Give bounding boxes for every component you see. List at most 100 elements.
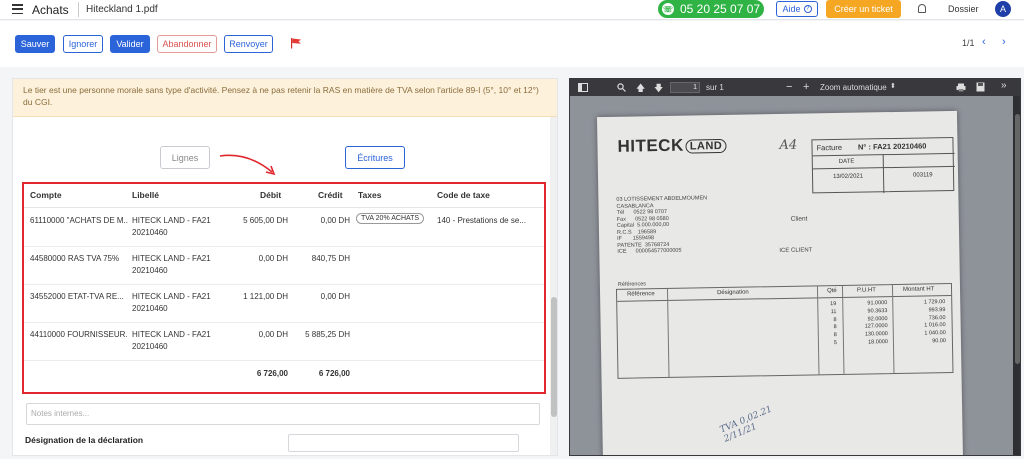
save-button[interactable]: Sauver — [15, 35, 55, 53]
panel-scroll-thumb[interactable] — [551, 297, 557, 417]
warning-alert: Le tier est une personne morale sans typ… — [13, 79, 557, 117]
inv-col-line — [666, 288, 670, 377]
invoice-date-label: DATE — [838, 158, 855, 165]
cell-libelle[interactable]: HITECK LAND - FA21 — [132, 329, 211, 341]
table-row[interactable]: 44110000 FOURNISSEUR... HITECK LAND - FA… — [24, 323, 544, 361]
table-row[interactable]: 34552000 ETAT-TVA RE... HITECK LAND - FA… — [24, 285, 544, 323]
entries-table: Compte Libellé Débit Crédit Taxes Code d… — [22, 182, 546, 394]
zoom-in-icon[interactable]: + — [803, 81, 809, 93]
col-compte[interactable]: Compte — [30, 190, 62, 200]
page-total: sur 1 — [706, 83, 724, 92]
title-separator — [78, 2, 79, 17]
internal-notes-input[interactable]: Notes internes... — [26, 403, 540, 425]
pdf-page-area[interactable]: HITECK LAND A4 Facture N° : FA21 20210460 … — [570, 96, 1013, 455]
prev-document-icon[interactable]: ‹ — [982, 36, 986, 48]
app-title: Achats — [32, 3, 69, 17]
next-page-icon[interactable]: 🡇 — [654, 81, 663, 97]
table-row[interactable]: 61110000 "ACHATS DE M... HITECK LAND - F… — [24, 209, 544, 247]
logo-brand: HITECK — [617, 135, 684, 156]
box-divider — [882, 154, 885, 194]
hamburger-menu-icon[interactable] — [12, 4, 23, 14]
cell-libelle-ref: 20210460 — [132, 304, 168, 313]
panel-scrollbar[interactable] — [550, 117, 557, 455]
tab-ecritures[interactable]: Écritures — [345, 146, 405, 169]
invoice-logo: HITECK LAND — [617, 135, 727, 157]
cell-compte[interactable]: 44110000 FOURNISSEUR... — [30, 329, 128, 341]
logo-brand-land: LAND — [685, 138, 727, 154]
flag-icon[interactable] — [290, 37, 302, 49]
cell-credit[interactable]: 5 885,25 DH — [274, 329, 350, 341]
help-label: Aide — [782, 4, 801, 14]
pdf-viewer: 🡅 🡇 1 sur 1 − + Zoom automatique ⬍ » HIT… — [569, 78, 1021, 456]
ice-client-label: ICE CLIENT — [779, 247, 813, 255]
resend-button[interactable]: Renvoyer — [224, 35, 273, 53]
print-icon[interactable] — [956, 83, 966, 92]
col-credit[interactable]: Crédit — [318, 190, 343, 200]
help-button[interactable]: Aide ? — [776, 1, 818, 17]
cell-credit[interactable]: 0,00 DH — [274, 215, 350, 227]
col-libelle[interactable]: Libellé — [132, 190, 159, 200]
validate-button[interactable]: Valider — [110, 35, 150, 53]
cell-compte[interactable]: 61110000 "ACHATS DE M... — [30, 215, 128, 227]
zoom-select[interactable]: Zoom automatique — [820, 83, 887, 92]
cell-libelle[interactable]: HITECK LAND - FA21 — [132, 291, 211, 303]
page-number-input[interactable]: 1 — [670, 82, 700, 93]
zoom-select-chevron-icon[interactable]: ⬍ — [890, 82, 896, 90]
tab-lignes[interactable]: Lignes — [160, 146, 210, 169]
cell-code-taxe[interactable]: 140 - Prestations de se... — [437, 215, 541, 227]
invoice-lines-table: Référence Désignation Qté P.U.HT Montant… — [615, 282, 954, 379]
cell-credit[interactable]: 840,75 DH — [274, 253, 350, 265]
cell-libelle[interactable]: HITECK LAND - FA21 — [132, 253, 211, 265]
facture-number: N° : FA21 20210460 — [857, 141, 927, 152]
inv-col-pu: P.U.HT — [856, 287, 876, 294]
handwritten-mark: A4 — [779, 137, 798, 153]
phone-support-button[interactable]: ☏ 05 20 25 07 07 — [658, 0, 764, 18]
inv-col-montant: Montant HT — [902, 286, 935, 293]
pdf-toolbar: 🡅 🡇 1 sur 1 − + Zoom automatique ⬍ » — [570, 79, 1020, 97]
inv-qtes: 19 11 8 8 8 5 — [830, 301, 838, 347]
col-code-taxe[interactable]: Code de taxe — [437, 190, 490, 200]
zoom-out-icon[interactable]: − — [786, 81, 792, 93]
inv-col-qte: Qté — [826, 288, 837, 295]
total-credit: 6 726,00 — [318, 369, 350, 378]
red-annotation-arrow-icon — [219, 154, 276, 176]
top-bar: Achats Hiteckland 1.pdf ☏ 05 20 25 07 07… — [0, 0, 1024, 20]
invoice-ref: 003119 — [912, 172, 933, 179]
more-tools-icon[interactable]: » — [1001, 80, 1007, 91]
ignore-button[interactable]: Ignorer — [63, 35, 103, 53]
facture-label: Facture — [816, 142, 843, 153]
invoice-header-box: Facture N° : FA21 20210460 DATE 13/02/202… — [811, 136, 955, 194]
handwritten-note: TVA 0,02.21 2/11/21 — [718, 404, 774, 445]
cell-libelle-ref: 20210460 — [132, 228, 168, 237]
abandon-button[interactable]: Abandonner — [157, 35, 217, 53]
declaration-input[interactable] — [288, 434, 519, 452]
cell-credit[interactable]: 0,00 DH — [274, 291, 350, 303]
bell-icon[interactable] — [918, 4, 926, 13]
question-icon: ? — [803, 5, 812, 13]
pdf-scrollbar[interactable] — [1013, 96, 1020, 455]
cell-libelle[interactable]: HITECK LAND - FA21 — [132, 215, 211, 227]
pdf-scroll-thumb[interactable] — [1015, 114, 1020, 364]
references-label: Références — [617, 281, 647, 288]
invoice-scan: HITECK LAND A4 Facture N° : FA21 20210460 … — [596, 110, 964, 455]
prev-page-icon[interactable]: 🡅 — [636, 81, 645, 97]
dossier-menu[interactable]: Dossier — [948, 4, 979, 14]
cell-compte[interactable]: 34552000 ETAT-TVA RE... — [30, 291, 128, 303]
table-row[interactable]: 44580000 RAS TVA 75% HITECK LAND - FA21 … — [24, 247, 544, 285]
client-label: Client — [790, 215, 808, 223]
col-debit[interactable]: Débit — [260, 190, 281, 200]
invoice-title: Facture N° : FA21 20210460 — [816, 141, 926, 152]
inv-amounts: 1 729.00 993.99 736.00 1 016.00 1 040.00… — [923, 299, 946, 345]
col-taxes[interactable]: Taxes — [358, 190, 381, 200]
create-ticket-button[interactable]: Créer un ticket — [826, 0, 901, 18]
sidebar-toggle-icon[interactable] — [578, 83, 588, 92]
inv-unit-prices: 91.0000 90.3633 92.0000 127.0000 130.000… — [864, 300, 888, 346]
file-name: Hiteckland 1.pdf — [86, 4, 158, 15]
cell-compte[interactable]: 44580000 RAS TVA 75% — [30, 253, 128, 265]
next-document-icon[interactable]: › — [1002, 36, 1006, 48]
search-icon[interactable] — [617, 83, 626, 92]
download-icon[interactable] — [976, 82, 985, 92]
phone-number: 05 20 25 07 07 — [680, 2, 761, 16]
tax-badge[interactable]: TVA 20% ACHATS — [356, 213, 425, 224]
avatar[interactable]: A — [995, 1, 1011, 17]
